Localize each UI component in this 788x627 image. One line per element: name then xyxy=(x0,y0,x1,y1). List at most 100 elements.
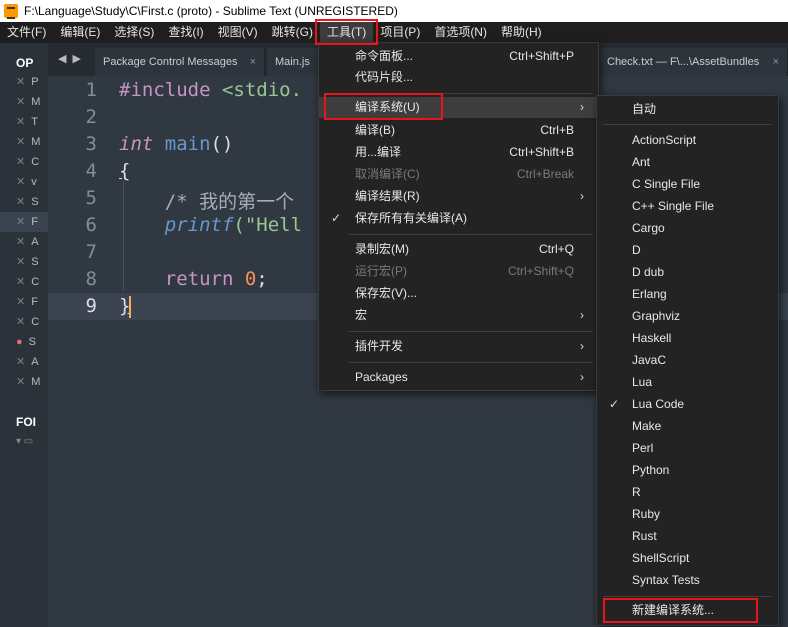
menu-item-developer[interactable]: 插件开发 › xyxy=(319,336,598,357)
open-file-item[interactable]: ✕ C xyxy=(16,152,39,172)
menu-item-cancel-build: 取消编译(C) Ctrl+Break xyxy=(355,167,574,181)
menu-preferences[interactable]: 首选项(N) xyxy=(427,22,494,43)
close-icon[interactable]: ✕ xyxy=(16,216,25,228)
close-icon[interactable]: ✕ xyxy=(16,376,25,388)
open-file-item[interactable]: ✕ S xyxy=(16,252,39,272)
folders-header: FOI xyxy=(16,415,36,429)
build-item-javac[interactable]: JavaC xyxy=(597,349,778,371)
menu-selection[interactable]: 选择(S) xyxy=(107,22,161,43)
open-files-header: OP xyxy=(16,56,34,70)
submenu-arrow-icon: › xyxy=(580,370,584,384)
menu-goto[interactable]: 跳转(G) xyxy=(265,22,320,43)
title-bar: F:\Language\Study\C\First.c (proto) - Su… xyxy=(0,0,788,22)
code-line-6: printf("Hell xyxy=(119,214,303,236)
build-item-perl[interactable]: Perl xyxy=(597,437,778,459)
menu-item-record-macro[interactable]: 录制宏(M) Ctrl+Q xyxy=(319,239,598,260)
submenu-arrow-icon: › xyxy=(580,189,584,203)
build-item-erlang[interactable]: Erlang xyxy=(597,283,778,305)
build-item-syntax-tests[interactable]: Syntax Tests xyxy=(597,569,778,591)
folder-icon[interactable]: ▾ ▭ xyxy=(16,436,33,447)
open-file-item-selected[interactable]: ✕ F xyxy=(0,212,48,232)
open-file-item[interactable]: ✕ v xyxy=(16,172,37,192)
close-icon[interactable]: ✕ xyxy=(16,196,25,208)
close-icon[interactable]: ✕ xyxy=(16,96,25,108)
code-line-8: return 0; xyxy=(119,268,268,290)
build-item-cargo[interactable]: Cargo xyxy=(597,217,778,239)
menu-item-build-system[interactable]: 编译系统(U) › xyxy=(319,97,598,118)
tab-scroll-arrows-icon[interactable]: ◀▶ xyxy=(58,52,87,65)
line-number: 4 xyxy=(85,160,97,182)
line-number: 7 xyxy=(85,241,97,263)
menu-item-command-palette[interactable]: 命令面板... Ctrl+Shift+P xyxy=(319,46,598,67)
menu-item-build[interactable]: 编译(B) Ctrl+B xyxy=(319,120,598,141)
open-file-item[interactable]: ✕ A xyxy=(16,352,39,372)
build-item-rust[interactable]: Rust xyxy=(597,525,778,547)
build-item-actionscript[interactable]: ActionScript xyxy=(597,129,778,151)
line-number: 6 xyxy=(85,214,97,236)
open-file-item[interactable]: ✕ C xyxy=(16,272,39,292)
close-icon[interactable]: ✕ xyxy=(16,296,25,308)
build-item-graphviz[interactable]: Graphviz xyxy=(597,305,778,327)
menu-tools[interactable]: 工具(T) xyxy=(319,22,374,43)
build-item-d-dub[interactable]: D dub xyxy=(597,261,778,283)
tab-close-icon[interactable]: × xyxy=(250,48,256,76)
menu-item-packages[interactable]: Packages › xyxy=(319,367,598,388)
close-icon[interactable]: ✕ xyxy=(16,276,25,288)
build-item-lua-code[interactable]: ✓ Lua Code xyxy=(597,393,778,415)
open-file-item[interactable]: ✕ S xyxy=(16,192,39,212)
sidebar: OP ✕ P ✕ M ✕ T ✕ M ✕ C ✕ v ✕ S ✕ F ✕ A ✕ S ✕ C ✕ F ✕… xyxy=(0,43,48,627)
open-file-item[interactable]: ✕ M xyxy=(16,92,40,112)
open-file-item[interactable]: ✕ P xyxy=(16,72,39,92)
menu-item-build-results[interactable]: 编译结果(R) › xyxy=(319,186,598,207)
build-item-lua[interactable]: Lua xyxy=(597,371,778,393)
menu-help[interactable]: 帮助(H) xyxy=(494,22,549,43)
menu-item-build-with[interactable]: 用...编译 Ctrl+Shift+B xyxy=(319,142,598,163)
build-item-new-build-system[interactable]: 新建编译系统... xyxy=(597,599,778,621)
close-icon[interactable]: ✕ xyxy=(16,256,25,268)
close-icon[interactable]: ✕ xyxy=(16,236,25,248)
open-file-item[interactable]: ✕ F xyxy=(16,292,38,312)
build-item-d[interactable]: D xyxy=(597,239,778,261)
open-file-item[interactable]: ✕ C xyxy=(16,312,39,332)
open-file-item-modified[interactable]: ● S xyxy=(16,332,36,352)
menu-file[interactable]: 文件(F) xyxy=(0,22,53,43)
close-icon[interactable]: ✕ xyxy=(16,176,25,188)
close-icon[interactable]: ✕ xyxy=(16,316,25,328)
build-item-c-single-file[interactable]: C Single File xyxy=(597,173,778,195)
open-file-item[interactable]: ✕ T xyxy=(16,112,38,132)
close-icon[interactable]: ✕ xyxy=(16,156,25,168)
menu-separator xyxy=(349,93,593,94)
menu-item-macros[interactable]: 宏 › xyxy=(319,305,598,326)
tab-close-icon[interactable]: × xyxy=(773,48,779,76)
menu-item-save-macro[interactable]: 保存宏(V)... xyxy=(319,283,598,304)
build-item-python[interactable]: Python xyxy=(597,459,778,481)
close-icon[interactable]: ✕ xyxy=(16,76,25,88)
menu-item-playback-macro: 运行宏(P) Ctrl+Shift+Q xyxy=(355,264,574,278)
tab-package-control[interactable]: Package Control Messages × xyxy=(95,48,265,76)
close-icon[interactable]: ✕ xyxy=(16,356,25,368)
menu-separator xyxy=(349,234,593,235)
open-file-item[interactable]: ✕ M xyxy=(16,132,40,152)
tab-check-txt[interactable]: Check.txt — F\...\AssetBundles × xyxy=(599,48,788,76)
text-cursor xyxy=(129,296,131,318)
menu-item-snippets[interactable]: 代码片段... xyxy=(319,67,598,88)
build-item-auto[interactable]: 自动 xyxy=(597,98,778,120)
submenu-arrow-icon: › xyxy=(580,339,584,353)
menu-view[interactable]: 视图(V) xyxy=(211,22,265,43)
line-number: 1 xyxy=(85,79,97,101)
close-icon[interactable]: ✕ xyxy=(16,116,25,128)
menu-edit[interactable]: 编辑(E) xyxy=(53,22,107,43)
build-item-haskell[interactable]: Haskell xyxy=(597,327,778,349)
build-item-cpp-single-file[interactable]: C++ Single File xyxy=(597,195,778,217)
build-item-r[interactable]: R xyxy=(597,481,778,503)
build-item-ruby[interactable]: Ruby xyxy=(597,503,778,525)
menu-item-save-all-on-build[interactable]: ✓ 保存所有有关编译(A) xyxy=(319,208,598,229)
open-file-item[interactable]: ✕ A xyxy=(16,232,39,252)
build-item-make[interactable]: Make xyxy=(597,415,778,437)
open-file-item[interactable]: ✕ M xyxy=(16,372,40,392)
menu-project[interactable]: 项目(P) xyxy=(373,22,427,43)
build-item-shellscript[interactable]: ShellScript xyxy=(597,547,778,569)
build-item-ant[interactable]: Ant xyxy=(597,151,778,173)
close-icon[interactable]: ✕ xyxy=(16,136,25,148)
menu-find[interactable]: 查找(I) xyxy=(161,22,210,43)
